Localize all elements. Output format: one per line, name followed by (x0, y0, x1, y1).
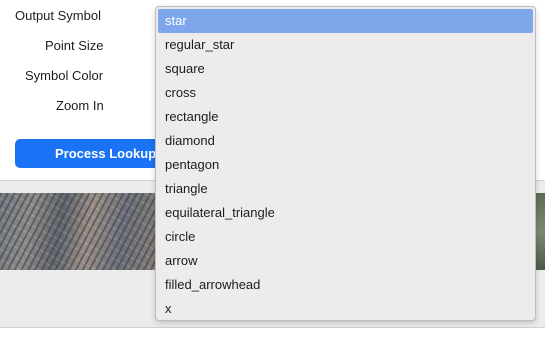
dropdown-option-filled-arrowhead[interactable]: filled_arrowhead (158, 273, 533, 297)
divider (0, 327, 545, 328)
dropdown-option-regular-star[interactable]: regular_star (158, 33, 533, 57)
dropdown-option-triangle[interactable]: triangle (158, 177, 533, 201)
dropdown-option-square[interactable]: square (158, 57, 533, 81)
zoom-in-label: Zoom In (56, 98, 104, 113)
dropdown-option-pentagon[interactable]: pentagon (158, 153, 533, 177)
symbol-color-label: Symbol Color (25, 68, 104, 83)
dropdown-option-equilateral-triangle[interactable]: equilateral_triangle (158, 201, 533, 225)
dropdown-option-circle[interactable]: circle (158, 225, 533, 249)
output-symbol-label: Output Symbol (15, 8, 101, 23)
dropdown-option-rectangle[interactable]: rectangle (158, 105, 533, 129)
app-window: Output Symbol Point Size Symbol Color Zo… (0, 0, 545, 338)
aerial-map-image-edge (536, 193, 545, 270)
aerial-map-image[interactable] (0, 193, 160, 270)
dropdown-option-star[interactable]: star (158, 9, 533, 33)
output-symbol-dropdown-menu[interactable]: star regular_star square cross rectangle… (155, 6, 536, 321)
dropdown-option-cross[interactable]: cross (158, 81, 533, 105)
dropdown-option-diamond[interactable]: diamond (158, 129, 533, 153)
dropdown-option-arrow[interactable]: arrow (158, 249, 533, 273)
dropdown-option-x[interactable]: x (158, 297, 533, 320)
point-size-label: Point Size (45, 38, 104, 53)
